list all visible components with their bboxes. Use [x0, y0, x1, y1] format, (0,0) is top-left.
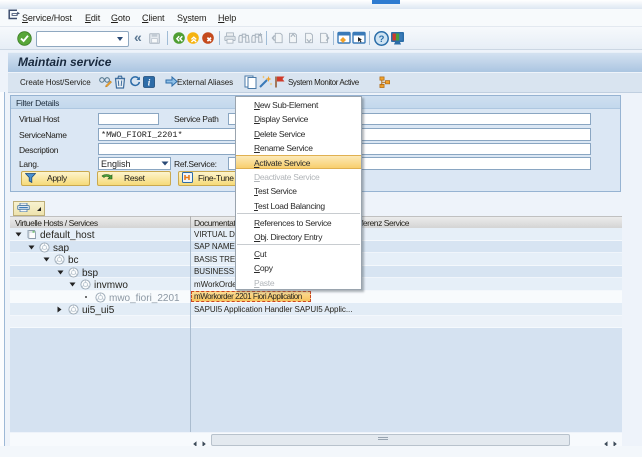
svg-text:?: ?	[379, 34, 385, 45]
